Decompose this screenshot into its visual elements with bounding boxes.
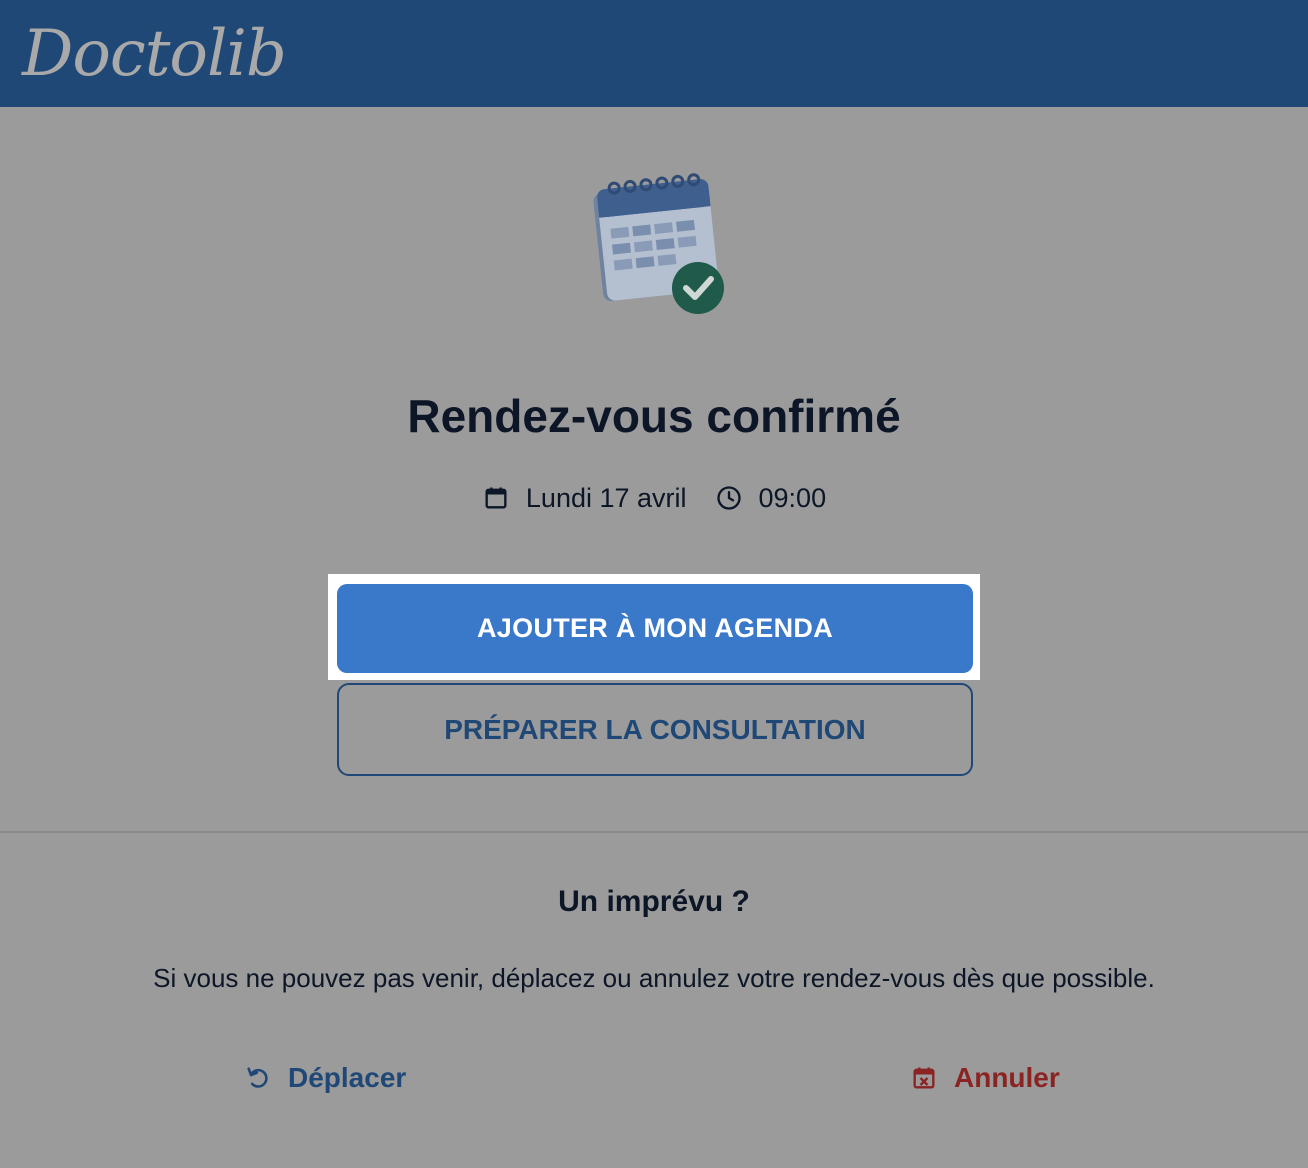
calendar-x-icon: [910, 1064, 938, 1092]
add-to-agenda-button[interactable]: AJOUTER À MON AGENDA: [337, 584, 973, 673]
move-appointment-link[interactable]: Déplacer: [244, 1056, 406, 1100]
page-title: Rendez-vous confirmé: [407, 390, 901, 442]
move-label: Déplacer: [288, 1062, 407, 1093]
appointment-datetime: Lundi 17 avril 09:00: [0, 478, 1308, 518]
section-divider: [0, 831, 1308, 833]
doctolib-logo[interactable]: Doctolib: [22, 14, 287, 94]
clock-icon: [715, 484, 743, 512]
calendar-check-icon: [584, 168, 734, 318]
undo-icon: [244, 1064, 272, 1092]
appointment-time: 09:00: [758, 482, 827, 513]
calendar-icon: [482, 484, 510, 512]
app-header: Doctolib: [0, 0, 1308, 107]
unforeseen-title: Un imprévu ?: [558, 885, 750, 918]
unforeseen-description: Si vous ne pouvez pas venir, déplacez ou…: [153, 963, 1155, 993]
appointment-date: Lundi 17 avril: [525, 482, 687, 513]
prepare-consultation-button[interactable]: PRÉPARER LA CONSULTATION: [337, 683, 973, 776]
cancel-label: Annuler: [954, 1062, 1060, 1093]
cancel-appointment-link[interactable]: Annuler: [910, 1056, 1060, 1100]
